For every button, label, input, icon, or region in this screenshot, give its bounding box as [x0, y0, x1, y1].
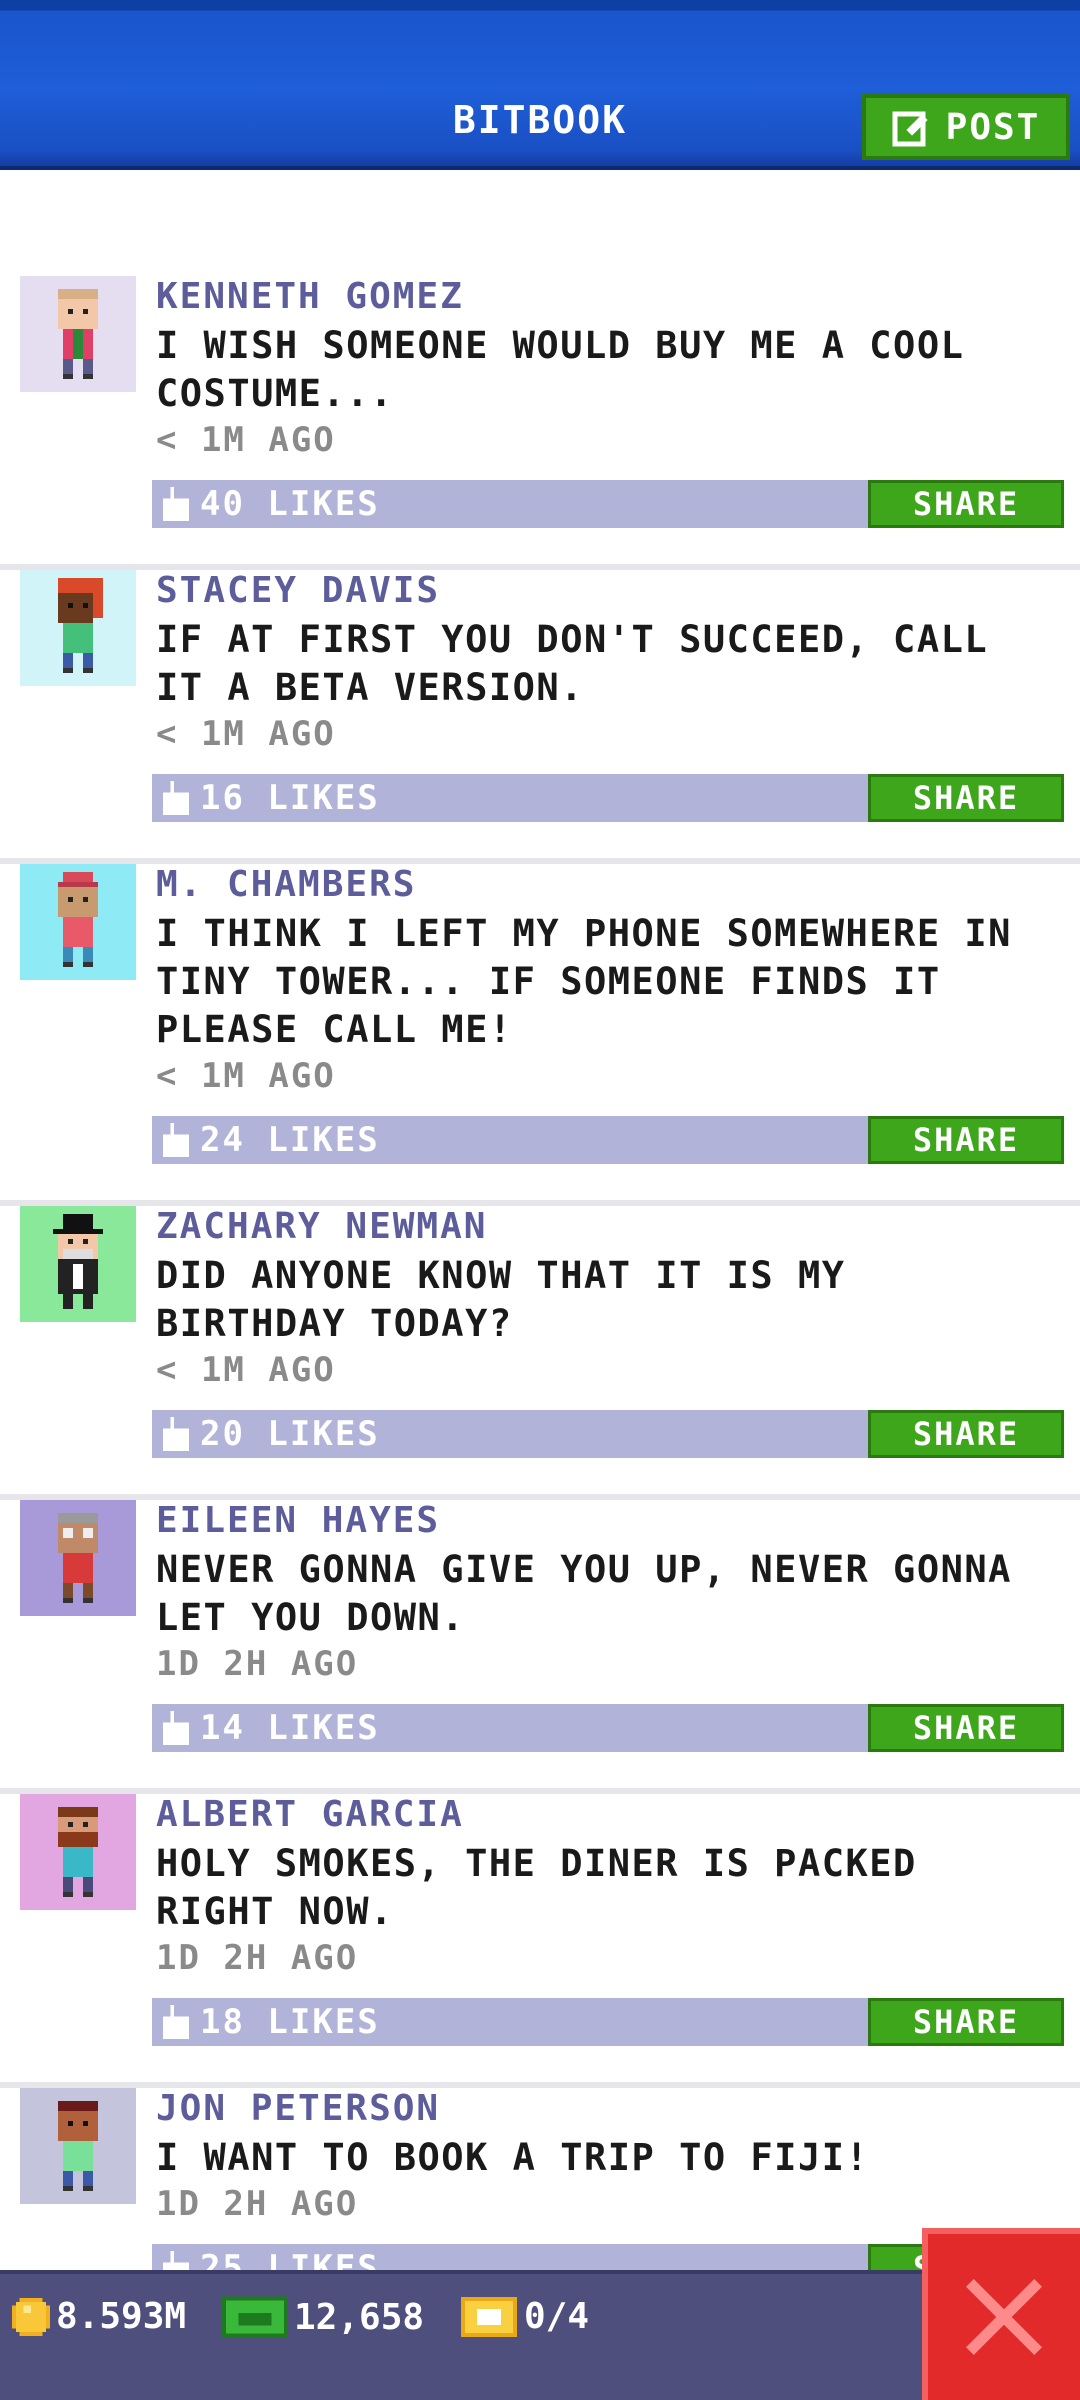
- post-message: I WISH SOMEONE WOULD BUY ME A COOL COSTU…: [156, 324, 965, 415]
- close-button[interactable]: [922, 2228, 1080, 2400]
- post-message: HOLY SMOKES, THE DINER IS PACKED RIGHT N…: [156, 1842, 917, 1933]
- likes-count: 14 LIKES: [200, 1708, 380, 1748]
- post-author[interactable]: KENNETH GOMEZ: [156, 276, 464, 317]
- post-item: STACEY DAVIS IF AT FIRST YOU DON'T SUCCE…: [0, 570, 1080, 864]
- post-time: < 1M AGO: [156, 1056, 336, 1096]
- post-author[interactable]: ALBERT GARCIA: [156, 1794, 464, 1835]
- tickets-stat: 0/4: [460, 2296, 589, 2337]
- share-button[interactable]: SHARE: [868, 480, 1064, 528]
- post-author[interactable]: M. CHAMBERS: [156, 864, 416, 905]
- avatar: [20, 570, 136, 686]
- post-button[interactable]: POST: [862, 94, 1070, 160]
- likes-count: 18 LIKES: [200, 2002, 380, 2042]
- post-item: ALBERT GARCIA HOLY SMOKES, THE DINER IS …: [0, 1794, 1080, 2088]
- share-button[interactable]: SHARE: [868, 1116, 1064, 1164]
- close-icon: [966, 2279, 1042, 2355]
- thumbs-up-icon: [162, 1123, 190, 1157]
- coins-stat: 8.593M: [12, 2296, 186, 2337]
- post-time: < 1M AGO: [156, 1350, 336, 1390]
- post-author[interactable]: ZACHARY NEWMAN: [156, 1206, 487, 1247]
- avatar: [20, 1206, 136, 1322]
- post-time: < 1M AGO: [156, 714, 336, 754]
- post-author[interactable]: EILEEN HAYES: [156, 1500, 440, 1541]
- post-button-label: POST: [945, 106, 1041, 148]
- coin-icon: [12, 2297, 50, 2336]
- post-item: JON PETERSON I WANT TO BOOK A TRIP TO FI…: [0, 2088, 1080, 2270]
- likes-count: 40 LIKES: [200, 484, 380, 524]
- share-button[interactable]: SHARE: [868, 1410, 1064, 1458]
- bux-value: 12,658: [294, 2296, 425, 2338]
- thumbs-up-icon: [162, 487, 190, 521]
- share-button[interactable]: SHARE: [868, 1704, 1064, 1752]
- like-bar[interactable]: 16 LIKES SHARE: [152, 774, 1064, 822]
- avatar: [20, 1794, 136, 1910]
- post-author[interactable]: JON PETERSON: [156, 2088, 440, 2129]
- edit-icon: [892, 111, 928, 147]
- avatar: [20, 2088, 136, 2204]
- like-bar[interactable]: 18 LIKES SHARE: [152, 1998, 1064, 2046]
- avatar: [20, 1500, 136, 1616]
- likes-count: 20 LIKES: [200, 1414, 380, 1454]
- coins-value: 8.593M: [56, 2296, 187, 2337]
- ticket-icon: [461, 2296, 517, 2337]
- post-time: 1D 2H AGO: [156, 1938, 359, 1978]
- avatar: [20, 276, 136, 392]
- post-message: I THINK I LEFT MY PHONE SOMEWHERE IN TIN…: [156, 912, 1012, 1051]
- post-time: 1D 2H AGO: [156, 1644, 359, 1684]
- post-message: IF AT FIRST YOU DON'T SUCCEED, CALL IT A…: [156, 618, 989, 709]
- post-message: NEVER GONNA GIVE YOU UP, NEVER GONNA LET…: [156, 1548, 1012, 1639]
- top-bar: BITBOOK POST: [0, 0, 1080, 170]
- post-message: DID ANYONE KNOW THAT IT IS MY BIRTHDAY T…: [156, 1254, 846, 1345]
- likes-count: 16 LIKES: [200, 778, 380, 818]
- post-item: ZACHARY NEWMAN DID ANYONE KNOW THAT IT I…: [0, 1206, 1080, 1500]
- thumbs-up-icon: [162, 1417, 190, 1451]
- thumbs-up-icon: [162, 1711, 190, 1745]
- post-item: KENNETH GOMEZ I WISH SOMEONE WOULD BUY M…: [0, 276, 1080, 570]
- likes-count: 25 LIKES: [200, 2248, 380, 2270]
- post-item: EILEEN HAYES NEVER GONNA GIVE YOU UP, NE…: [0, 1500, 1080, 1794]
- thumbs-up-icon: [162, 2005, 190, 2039]
- bux-stat: 12,658: [222, 2296, 424, 2338]
- like-bar[interactable]: 24 LIKES SHARE: [152, 1116, 1064, 1164]
- feed[interactable]: KENNETH GOMEZ I WISH SOMEONE WOULD BUY M…: [0, 170, 1080, 2270]
- like-bar[interactable]: 20 LIKES SHARE: [152, 1410, 1064, 1458]
- thumbs-up-icon: [162, 781, 190, 815]
- bux-icon: [222, 2296, 288, 2338]
- tickets-value: 0/4: [524, 2296, 590, 2337]
- thumbs-up-icon: [162, 2251, 190, 2270]
- share-button[interactable]: SHARE: [868, 1998, 1064, 2046]
- avatar: [20, 864, 136, 980]
- like-bar[interactable]: 14 LIKES SHARE: [152, 1704, 1064, 1752]
- bottom-status-bar: 8.593M 12,658 0/4: [0, 2270, 1080, 2400]
- share-button[interactable]: SHARE: [868, 774, 1064, 822]
- post-time: < 1M AGO: [156, 420, 336, 460]
- post-item: M. CHAMBERS I THINK I LEFT MY PHONE SOME…: [0, 864, 1080, 1206]
- post-time: 1D 2H AGO: [156, 2184, 359, 2224]
- like-bar[interactable]: 40 LIKES SHARE: [152, 480, 1064, 528]
- post-message: I WANT TO BOOK A TRIP TO FIJI!: [156, 2136, 870, 2179]
- likes-count: 24 LIKES: [200, 1120, 380, 1160]
- post-author[interactable]: STACEY DAVIS: [156, 570, 440, 611]
